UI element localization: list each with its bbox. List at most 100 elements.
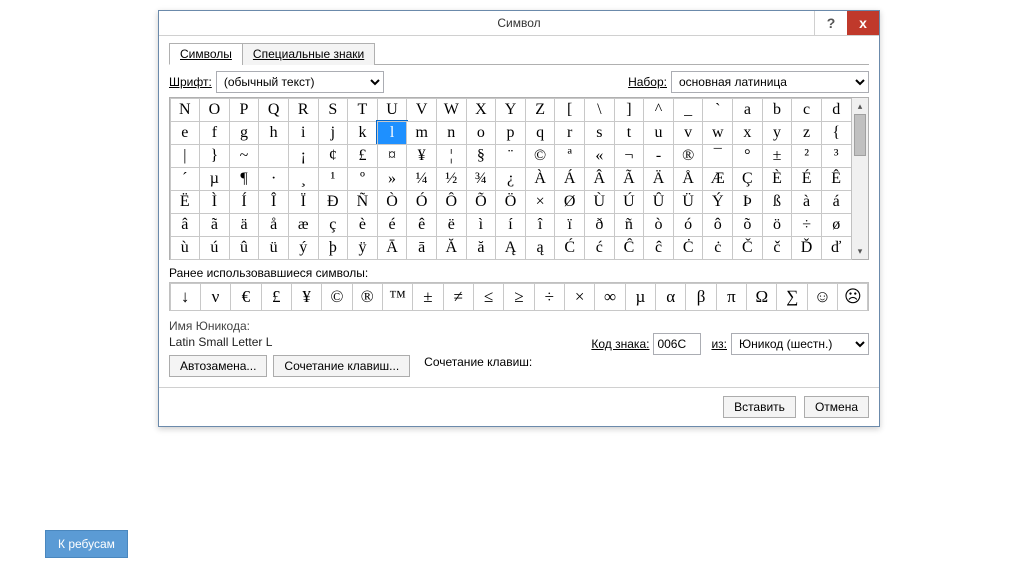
symbol-cell[interactable]: ×	[525, 190, 556, 214]
symbol-cell[interactable]: -	[643, 144, 674, 168]
symbol-cell[interactable]: l	[377, 121, 408, 145]
symbol-cell[interactable]: ´	[170, 167, 201, 191]
symbol-cell[interactable]: þ	[318, 236, 349, 260]
symbol-cell[interactable]: ¸	[288, 167, 319, 191]
scroll-thumb[interactable]	[854, 114, 866, 156]
recent-symbol-cell[interactable]: ≤	[473, 283, 504, 311]
symbol-cell[interactable]: ¾	[466, 167, 497, 191]
symbol-cell[interactable]: r	[554, 121, 585, 145]
symbol-cell[interactable]: ½	[436, 167, 467, 191]
symbol-cell[interactable]: i	[288, 121, 319, 145]
recent-symbol-cell[interactable]: Ω	[746, 283, 777, 311]
symbol-cell[interactable]: Ú	[614, 190, 645, 214]
symbol-cell[interactable]: ö	[762, 213, 793, 237]
code-input[interactable]	[653, 333, 701, 355]
symbol-cell[interactable]: ÷	[791, 213, 822, 237]
recent-symbol-cell[interactable]: ®	[352, 283, 383, 311]
symbol-cell[interactable]: j	[318, 121, 349, 145]
symbol-cell[interactable]: Ä	[643, 167, 674, 191]
symbol-cell[interactable]: k	[347, 121, 378, 145]
symbol-cell[interactable]: Ï	[288, 190, 319, 214]
symbol-cell[interactable]: Å	[673, 167, 704, 191]
symbol-cell[interactable]: X	[466, 98, 497, 122]
symbol-cell[interactable]: Ì	[199, 190, 230, 214]
symbol-cell[interactable]: ù	[170, 236, 201, 260]
symbol-cell[interactable]: ø	[821, 213, 852, 237]
symbol-cell[interactable]: ®	[673, 144, 704, 168]
symbol-cell[interactable]: ÿ	[347, 236, 378, 260]
symbol-cell[interactable]: æ	[288, 213, 319, 237]
symbol-cell[interactable]: Ü	[673, 190, 704, 214]
symbol-cell[interactable]: í	[495, 213, 526, 237]
symbol-cell[interactable]: ü	[258, 236, 289, 260]
symbol-cell[interactable]: v	[673, 121, 704, 145]
autocorrect-button[interactable]: Автозамена...	[169, 355, 267, 377]
close-button[interactable]: х	[847, 11, 879, 35]
symbol-cell[interactable]: Č	[732, 236, 763, 260]
symbol-cell[interactable]: ñ	[614, 213, 645, 237]
symbol-cell[interactable]: ¹	[318, 167, 349, 191]
symbol-cell[interactable]: Ø	[554, 190, 585, 214]
symbol-cell[interactable]: z	[791, 121, 822, 145]
symbol-cell[interactable]: y	[762, 121, 793, 145]
symbol-cell[interactable]: Ö	[495, 190, 526, 214]
symbol-cell[interactable]: À	[525, 167, 556, 191]
symbol-cell[interactable]: ç	[318, 213, 349, 237]
symbol-cell[interactable]: ą	[525, 236, 556, 260]
symbol-cell[interactable]: è	[347, 213, 378, 237]
symbol-cell[interactable]: ó	[673, 213, 704, 237]
symbol-cell[interactable]: õ	[732, 213, 763, 237]
symbol-cell[interactable]: n	[436, 121, 467, 145]
symbol-cell[interactable]: Í	[229, 190, 260, 214]
symbol-cell[interactable]: [	[554, 98, 585, 122]
symbol-cell[interactable]: á	[821, 190, 852, 214]
symbol-cell[interactable]: Û	[643, 190, 674, 214]
symbol-cell[interactable]: g	[229, 121, 260, 145]
symbol-cell[interactable]: ²	[791, 144, 822, 168]
scroll-down-icon[interactable]: ▾	[852, 243, 868, 259]
symbol-cell[interactable]: |	[170, 144, 201, 168]
recent-symbol-cell[interactable]: ↓	[170, 283, 201, 311]
symbol-cell[interactable]: Ó	[406, 190, 437, 214]
to-rebuses-button[interactable]: К ребусам	[45, 530, 128, 558]
symbol-cell[interactable]: ë	[436, 213, 467, 237]
symbol-cell[interactable]: }	[199, 144, 230, 168]
symbol-cell[interactable]: e	[170, 121, 201, 145]
tab-special-chars[interactable]: Специальные знаки	[242, 43, 375, 65]
tab-symbols[interactable]: Символы	[169, 43, 243, 65]
symbol-cell[interactable]: q	[525, 121, 556, 145]
symbol-cell[interactable]: Ď	[791, 236, 822, 260]
shortcut-key-button[interactable]: Сочетание клавиш...	[273, 355, 410, 377]
symbol-cell[interactable]: Ê	[821, 167, 852, 191]
recent-symbol-cell[interactable]: £	[261, 283, 292, 311]
symbol-cell[interactable]: ~	[229, 144, 260, 168]
symbol-cell[interactable]: u	[643, 121, 674, 145]
symbol-cell[interactable]: ¤	[377, 144, 408, 168]
symbol-cell[interactable]: N	[170, 98, 201, 122]
symbol-cell[interactable]: µ	[199, 167, 230, 191]
symbol-cell[interactable]: S	[318, 98, 349, 122]
symbol-cell[interactable]: î	[525, 213, 556, 237]
symbol-cell[interactable]: Ã	[614, 167, 645, 191]
insert-button[interactable]: Вставить	[723, 396, 796, 418]
symbol-cell[interactable]: ¢	[318, 144, 349, 168]
recent-symbol-cell[interactable]: ≥	[503, 283, 534, 311]
symbol-cell[interactable]: ā	[406, 236, 437, 260]
symbol-cell[interactable]: Ċ	[673, 236, 704, 260]
symbol-cell[interactable]: â	[170, 213, 201, 237]
symbol-cell[interactable]: ß	[762, 190, 793, 214]
symbol-cell[interactable]: ć	[584, 236, 615, 260]
symbol-cell[interactable]: Y	[495, 98, 526, 122]
symbol-cell[interactable]: s	[584, 121, 615, 145]
symbol-cell[interactable]: {	[821, 121, 852, 145]
symbol-cell[interactable]: _	[673, 98, 704, 122]
symbol-cell[interactable]: È	[762, 167, 793, 191]
symbol-cell[interactable]: Ë	[170, 190, 201, 214]
symbol-cell[interactable]: p	[495, 121, 526, 145]
symbol-cell[interactable]: Â	[584, 167, 615, 191]
recent-symbol-cell[interactable]: ©	[321, 283, 352, 311]
symbol-cell[interactable]: Ý	[702, 190, 733, 214]
symbol-cell[interactable]: °	[732, 144, 763, 168]
symbol-cell[interactable]: å	[258, 213, 289, 237]
symbol-cell[interactable]: Ć	[554, 236, 585, 260]
